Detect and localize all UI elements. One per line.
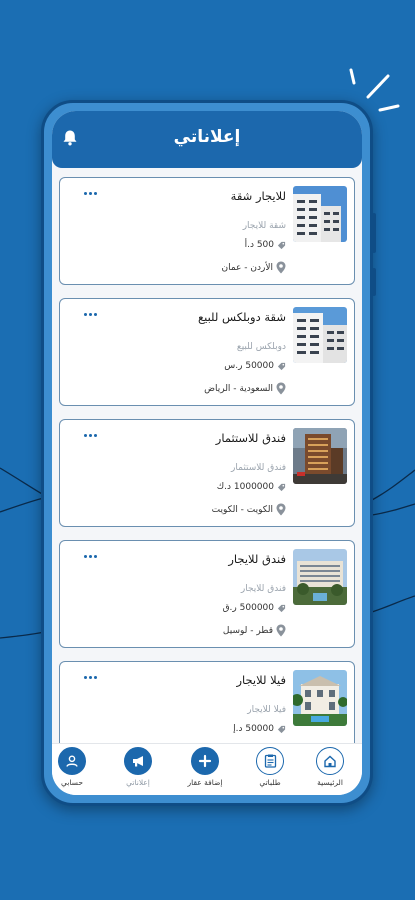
listing-price: 1000000 د.ك [216, 482, 274, 492]
listing-price-row: 500000 ر.ق [223, 603, 286, 613]
nav-item-my-ads[interactable]: إعلاناتي [110, 747, 166, 787]
bell-icon[interactable] [62, 129, 78, 146]
home-icon [324, 755, 336, 768]
listing-subtitle: فندق للاستثمار [231, 463, 286, 473]
listing-location-row: الكويت - الكويت [212, 503, 286, 516]
listing-price-row: 50000 د.إ [233, 724, 286, 734]
nav-requests-circle [256, 747, 284, 775]
listing-title: فندق للاستثمار [215, 431, 286, 445]
listing-title: فندق للايجار [228, 552, 286, 566]
megaphone-icon [132, 756, 143, 767]
more-options-icon[interactable] [84, 434, 97, 437]
more-options-icon[interactable] [84, 555, 97, 558]
listing-title: شقة دوبلكس للبيع [198, 310, 286, 324]
listing-price-row: 500 د.أ [245, 240, 286, 250]
nav-item-account[interactable]: حسابي [52, 747, 100, 787]
phone-side-button [372, 268, 376, 296]
app-screen: إعلاناتي للايجار شقة شقة للايجار 500 د.أ… [52, 111, 362, 795]
more-options-icon[interactable] [84, 192, 97, 195]
nav-item-my-requests[interactable]: طلباتي [242, 747, 298, 787]
plus-icon [198, 754, 212, 768]
listing-location-row: السعودية - الرياض [204, 382, 286, 395]
listing-price: 500000 ر.ق [222, 603, 274, 613]
listing-card[interactable]: فندق للايجار فندق للايجار 500000 ر.ق قطر… [59, 540, 355, 648]
listing-image [293, 186, 347, 242]
nav-label-my-requests: طلباتي [259, 778, 281, 787]
nav-ads-circle [124, 747, 152, 775]
clipboard-icon [264, 754, 276, 768]
listing-title: للايجار شقة [230, 189, 286, 203]
listing-subtitle: فندق للايجار [240, 584, 286, 594]
more-options-icon[interactable] [84, 313, 97, 316]
nav-add-circle [191, 747, 219, 775]
listing-image [293, 549, 347, 605]
listing-price-row: 1000000 د.ك [217, 482, 286, 492]
nav-item-home[interactable]: الرئيسية [302, 747, 358, 787]
tag-icon [277, 604, 286, 612]
location-pin-icon [276, 624, 286, 637]
page-title: إعلاناتي [173, 127, 241, 147]
nav-item-add-property[interactable]: إضافة عقار [177, 747, 233, 787]
nav-label-account: حسابي [61, 778, 83, 787]
listing-location: السعودية - الرياض [204, 383, 273, 394]
listing-card[interactable]: للايجار شقة شقة للايجار 500 د.أ الأردن -… [59, 177, 355, 285]
listing-location: الأردن - عمان [221, 262, 274, 273]
nav-account-circle [58, 747, 86, 775]
listings-list: للايجار شقة شقة للايجار 500 د.أ الأردن -… [52, 177, 362, 747]
tag-icon [277, 362, 286, 370]
tag-icon [277, 725, 286, 733]
listing-location-row: قطر - لوسيل [223, 624, 286, 637]
nav-label-home: الرئيسية [317, 778, 343, 787]
listing-title: فيلا للايجار [236, 673, 286, 687]
listing-image [293, 428, 347, 484]
listing-image [293, 307, 347, 363]
nav-label-add-property: إضافة عقار [187, 778, 223, 787]
listing-card[interactable]: شقة دوبلكس للبيع دوبلكس للبيع 50000 ر.س … [59, 298, 355, 406]
nav-label-my-ads: إعلاناتي [126, 778, 150, 787]
listing-subtitle: شقة للايجار [242, 221, 286, 231]
listing-subtitle: فيلا للايجار [247, 705, 286, 715]
tag-icon [277, 483, 286, 491]
location-pin-icon [276, 261, 286, 274]
more-options-icon[interactable] [84, 676, 97, 679]
location-pin-icon [276, 503, 286, 516]
listing-price: 50000 ر.س [224, 361, 274, 371]
bottom-navigation: الرئيسية طلباتي إضافة عقار إعلاناتي حساب… [52, 743, 362, 795]
listing-location: قطر - لوسيل [222, 625, 273, 636]
nav-home-circle [316, 747, 344, 775]
listing-price: 500 د.أ [244, 240, 274, 250]
phone-frame: إعلاناتي للايجار شقة شقة للايجار 500 د.أ… [41, 100, 376, 806]
listing-card[interactable]: فندق للاستثمار فندق للاستثمار 1000000 د.… [59, 419, 355, 527]
listing-subtitle: دوبلكس للبيع [236, 342, 286, 352]
phone-side-button [372, 213, 376, 253]
app-header: إعلاناتي [52, 111, 362, 168]
location-pin-icon [276, 382, 286, 395]
listing-image [293, 670, 347, 726]
user-icon [66, 755, 78, 767]
listing-location: الكويت - الكويت [211, 504, 273, 515]
tag-icon [277, 241, 286, 249]
listing-location-row: الأردن - عمان [222, 261, 287, 274]
listing-price-row: 50000 ر.س [224, 361, 286, 371]
listing-card[interactable]: فيلا للايجار فيلا للايجار 50000 د.إ [59, 661, 355, 747]
listing-price: 50000 د.إ [233, 724, 274, 734]
